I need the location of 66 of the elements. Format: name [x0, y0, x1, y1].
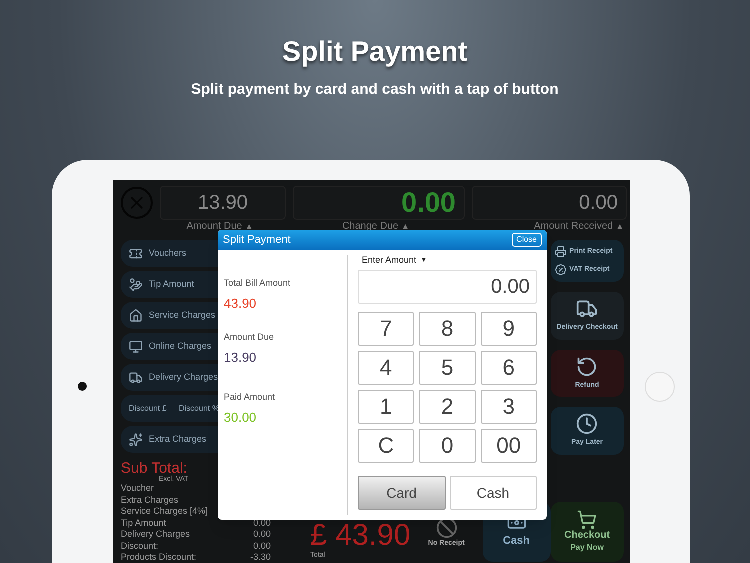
button-label: Service Charges	[149, 308, 216, 322]
summary-value: -3.30	[250, 552, 271, 563]
keypad-key[interactable]: 6	[480, 351, 537, 385]
amount-display: 0.00	[472, 186, 627, 220]
keypad-key[interactable]: 2	[419, 390, 476, 424]
button-label: Online Charges	[149, 340, 212, 353]
payment-method-button[interactable]: Cash	[450, 476, 537, 510]
amount-label: Change Due	[342, 220, 399, 234]
keypad-key[interactable]: 8	[419, 312, 476, 346]
summary-label: Delivery Charges	[121, 529, 190, 540]
camera-icon	[78, 382, 87, 391]
summary-label: Service Charges [4%]	[121, 506, 208, 518]
sparkle-icon	[129, 432, 143, 446]
printer-icon	[554, 246, 567, 258]
button-label: Delivery Charges	[149, 370, 218, 384]
subtotal-label: Sub Total:	[121, 461, 188, 476]
house-icon	[129, 308, 143, 322]
close-button[interactable]: Close	[512, 233, 542, 247]
summary-value: 0.00	[253, 518, 271, 529]
keypad-key[interactable]: 4	[358, 351, 414, 385]
keypad-key[interactable]: C	[358, 429, 414, 463]
coins-icon	[129, 278, 143, 292]
keypad-key[interactable]: 9	[480, 312, 537, 346]
cart-icon	[577, 510, 598, 530]
summary-label: Extra Charges	[121, 494, 179, 506]
hero-title: Split Payment	[282, 38, 468, 66]
truck-icon	[576, 298, 598, 320]
ticket-icon	[129, 246, 143, 260]
button-label: Vouchers	[149, 246, 187, 260]
keypad-key[interactable]: 5	[419, 351, 476, 385]
keypad-key[interactable]: 0	[419, 429, 476, 463]
summary-label: Products Discount:	[121, 552, 197, 563]
caret-icon[interactable]: ▲	[245, 220, 254, 234]
checkout-sublabel: Pay Now	[570, 542, 604, 553]
summary-value: 0.00	[253, 529, 271, 540]
hero-subtitle: Split payment by card and cash with a tap of button	[191, 82, 559, 97]
amount-display: 0.00	[293, 186, 465, 220]
summary-value: 0.00	[253, 540, 271, 552]
keypad-key[interactable]: 1	[358, 390, 414, 424]
caret-icon[interactable]: ▲	[402, 220, 410, 234]
checkout-button[interactable]: Checkout Pay Now	[550, 502, 624, 562]
amount-label: Amount Received	[534, 220, 614, 234]
caret-icon[interactable]: ▲	[616, 220, 624, 234]
summary-label: Discount:	[121, 540, 159, 552]
button-label: Extra Charges	[149, 432, 207, 446]
keypad-key[interactable]: 3	[480, 390, 537, 424]
truck-icon	[129, 370, 143, 384]
no-receipt-icon	[436, 517, 458, 539]
amount-input-field[interactable]: 0.00	[358, 270, 537, 304]
monitor-icon	[129, 340, 143, 354]
total-amount: £ 43.90	[310, 521, 412, 551]
badge-icon	[554, 264, 567, 276]
summary-label: Voucher	[121, 483, 154, 494]
rotate-icon	[576, 356, 598, 378]
button-label: Discount £	[129, 402, 168, 414]
payment-method-button[interactable]: Card	[358, 476, 446, 510]
amount-display: 13.90	[160, 186, 286, 220]
button-label: Tip Amount	[149, 278, 194, 291]
summary-label: Tip Amount	[121, 518, 166, 529]
keypad-key[interactable]: 7	[358, 312, 414, 346]
home-button[interactable]	[645, 372, 675, 402]
amount-label: Amount Due	[224, 331, 276, 344]
amount-label: Total Bill Amount	[224, 277, 292, 290]
amount-label: Amount Due	[186, 220, 242, 234]
keypad-key[interactable]: 00	[480, 429, 537, 463]
clock-icon	[576, 413, 598, 435]
